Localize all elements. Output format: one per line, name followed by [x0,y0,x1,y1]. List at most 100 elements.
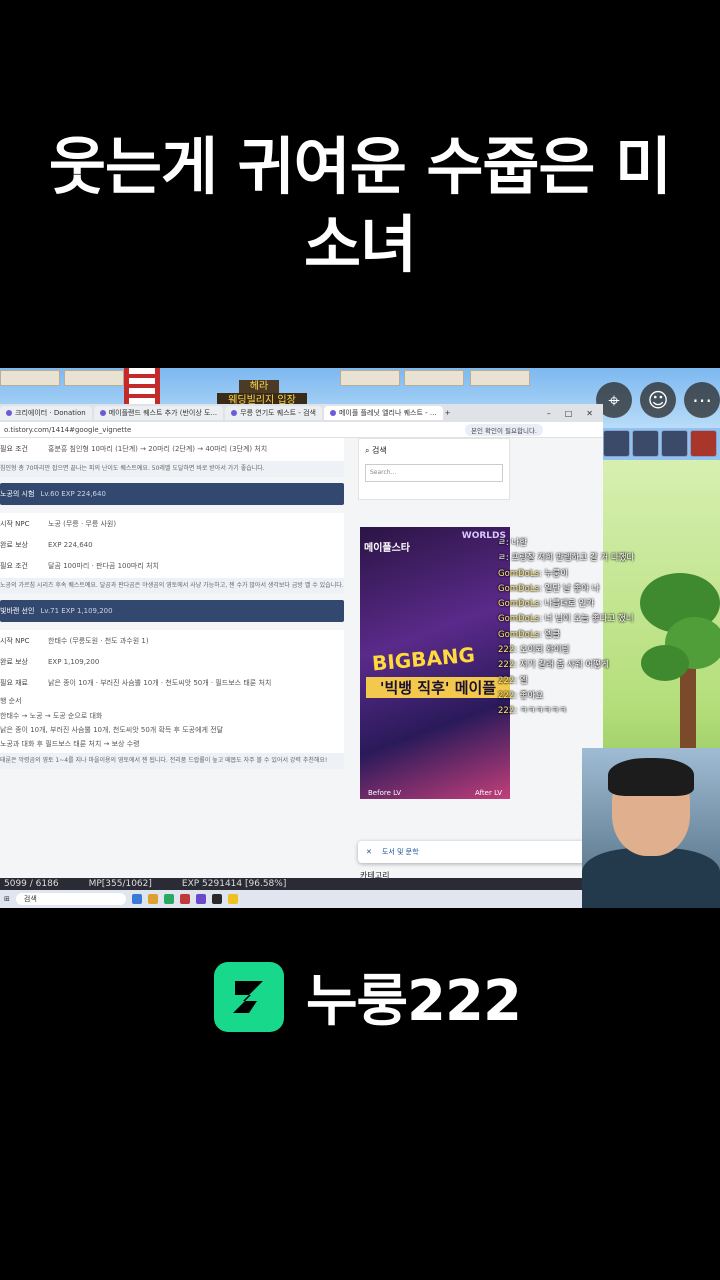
taskbar-app-icon[interactable] [131,894,142,904]
chat-line: GomDoLs: 누룽이 [498,568,569,579]
minimize-icon[interactable]: – [547,409,551,418]
tab-label: 메이플랜드 퀘스트 추가 (반이상 도... [108,409,218,417]
quest-row: 완료 보상 EXP 1,109,200 [0,651,344,672]
article-column: 필요 조건 홍분흥 침인형 10마리 (1단계) → 20마리 (2단계) → 4… [0,438,344,771]
row-value: 달곰 100마리 · 판다곰 100마리 처치 [48,561,159,570]
skill-slot[interactable] [603,430,630,457]
skill-slot[interactable] [661,430,688,457]
row-value: 홍분흥 침인형 10마리 (1단계) → 20마리 (2단계) → 40마리 (… [48,444,268,453]
chat-line: ㄹ: 나한 [498,538,528,548]
channel-name: 누룽222 [306,969,522,1034]
row-value: 낡은 종이 10개 · 부러진 사슴뿔 10개 · 천도씨앗 50개 · 필드보… [48,678,272,687]
taskbar-app-icon[interactable] [211,894,222,904]
brick [340,370,400,386]
row-key: 완료 보상 [0,540,28,549]
hp-readout: 5099 / 6186 [4,879,59,889]
headline-line-1: 웃는게 귀여운 수줍은 미 [48,130,672,203]
quest-card: 시작 NPC 한태수 (무릉도원 · 천도 과수원 1) 완료 보상 EXP 1,1… [0,630,344,769]
streamer-webcam [582,748,720,908]
channel-logo-icon [214,961,284,1032]
row-key: 필요 조건 [0,561,28,570]
row-value: 한태수 (무릉도원 · 천도 과수원 1) [48,636,149,645]
quest-row: 필요 재료 낡은 종이 10개 · 부러진 사슴뿔 10개 · 천도씨앗 50개 … [0,672,344,693]
ad-logo: 메이플스타 [364,543,410,554]
quest-card: 시작 NPC 노공 (무릉 · 무릉 사원) 완료 보상 EXP 224,640 필… [0,513,344,594]
quest-card: 필요 조건 홍분흥 침인형 10마리 (1단계) → 20마리 (2단계) → 4… [0,438,344,477]
browser-tab[interactable]: 무릉 연기도 퀘스트 - 검색 [225,406,322,420]
browser-tab[interactable]: 크리에이터 · Donation [0,406,92,420]
quest-note: 침인형 총 70마리만 잡으면 끝나는 피의 난이도 퀘스트예요. 50레벨 도… [0,461,344,477]
chat-line: 222: 좋아요 [498,690,544,701]
channel-brand: 누룽222 [214,956,522,1037]
tab-favicon-icon [329,410,336,416]
taskbar-app-icon[interactable] [163,894,174,904]
chat-line: 222: 엘 [498,675,528,686]
taskbar-app-icon[interactable] [179,894,190,904]
more-options-icon[interactable]: ⋯ [684,382,720,418]
quest-note: 태룬은 악령곰의 영토 1~4를 지나 마을이용의 영토에서 젠 됩니다. 전리… [0,753,344,769]
video-controls: ⌖ ☺ ⋯ [596,382,720,418]
search-input[interactable]: Search... [365,464,503,482]
taskbar-app-icon[interactable] [195,894,206,904]
game-chat: ㄹ: 나한 ㄹ: 프랑잘 저희 만렙하고 갈 거 다했다 GomDoLs: 누룽… [498,536,698,720]
headline-caption: 웃는게 귀여운 수줍은 미 소녀 [0,128,720,284]
skill-slot[interactable] [690,430,717,457]
quest-title: 노공의 시험 [0,490,35,498]
quest-row: 필요 조건 홍분흥 침인형 10마리 (1단계) → 20마리 (2단계) → 4… [0,438,344,459]
search-title: ⌕ 검색 [365,445,503,456]
advertisement-banner[interactable]: 메이플스타 WORLDS BIGBANG '빅뱅 직후' 메이플 Before … [360,527,510,799]
ad-headline: '빅뱅 직후' 메이플 [366,677,510,698]
row-value: 노공 (무릉 · 무릉 사원) [48,519,117,528]
address-bar[interactable]: o.tistory.com/1414#google_vignette 본인 확인… [0,422,603,438]
quest-header: 빛바랜 선인 Lv.71 EXP 1,109,200 [0,600,344,622]
category-toast[interactable]: ✕ 도서 및 문학 [358,841,586,863]
close-icon[interactable]: ✕ [366,848,372,856]
chat-line: 222: ㅋㅋㅋㅋㅋㅋ [498,706,567,717]
skill-slot[interactable] [632,430,659,457]
windows-start-icon[interactable]: ⊞ [4,895,10,903]
game-status-bar: 5099 / 6186 MP[355/1062] EXP 5291414 [96… [0,878,582,890]
lightning-z-icon [233,980,263,1013]
new-tab-icon[interactable]: + [445,409,451,417]
tab-label: 메이플 플레닛 엘리나 퀘스트 - ... [338,409,437,417]
order-title: 행 순서 [0,697,22,705]
taskbar-app-icon[interactable] [227,894,238,904]
taskbar-app-icon[interactable] [147,894,158,904]
chat-line: GomDoLs: 나름대로 인카 [498,599,595,610]
quest-title: 빛바랜 선인 [0,607,35,615]
taskbar-search[interactable]: 검색 [15,893,126,905]
site-verification-button[interactable]: 본인 확인이 필요합니다. [465,423,543,436]
quest-row: 시작 NPC 한태수 (무릉도원 · 천도 과수원 1) [0,630,344,651]
tab-favicon-icon [6,410,12,416]
category-heading: 카테고리 [360,871,390,878]
row-key: 필요 재료 [0,678,28,687]
row-value: EXP 1,109,200 [48,657,100,666]
ad-bigbang-logo: BIGBANG [371,642,476,676]
browser-tab[interactable]: 메이플랜드 퀘스트 추가 (반이상 도... [93,406,224,420]
video-frame: 헤라 웨딩빌리지 입장 ⌖ ☺ ⋯ 크리에이터 · Donation 메이플랜드… [0,368,720,908]
row-key: 시작 NPC [0,519,30,528]
sidebar: ⌕ 검색 Search... [358,438,510,500]
tab-label: 무릉 연기도 퀘스트 - 검색 [240,409,316,417]
brick [64,370,124,386]
skill-slots [603,430,717,457]
browser-tab-bar: 크리에이터 · Donation 메이플랜드 퀘스트 추가 (반이상 도... … [0,404,603,422]
ad-before-label: Before LV [368,789,402,797]
quest-level: Lv.60 EXP 224,640 [40,490,106,498]
quest-header: 노공의 시험 Lv.60 EXP 224,640 [0,483,344,505]
browser-tab-active[interactable]: 메이플 플레닛 엘리나 퀘스트 - ... [323,406,443,420]
webcam-shirt [582,848,720,908]
row-value: EXP 224,640 [48,540,93,549]
close-icon[interactable]: ✕ [586,409,593,418]
exp-readout: EXP 5291414 [96.58%] [181,879,287,889]
people-icon[interactable]: ☺ [640,382,676,418]
search-title-text: 검색 [372,446,387,455]
row-key: 시작 NPC [0,636,30,645]
maximize-icon[interactable]: □ [565,409,573,418]
tab-favicon-icon [231,410,238,416]
chat-line: ㄹ: 프랑잘 저희 만렙하고 갈 거 다했다 [498,553,635,564]
webcam-hair [608,758,694,796]
tab-label: 크리에이터 · Donation [15,409,86,417]
brick [0,370,60,386]
tab-favicon-icon [99,410,106,416]
